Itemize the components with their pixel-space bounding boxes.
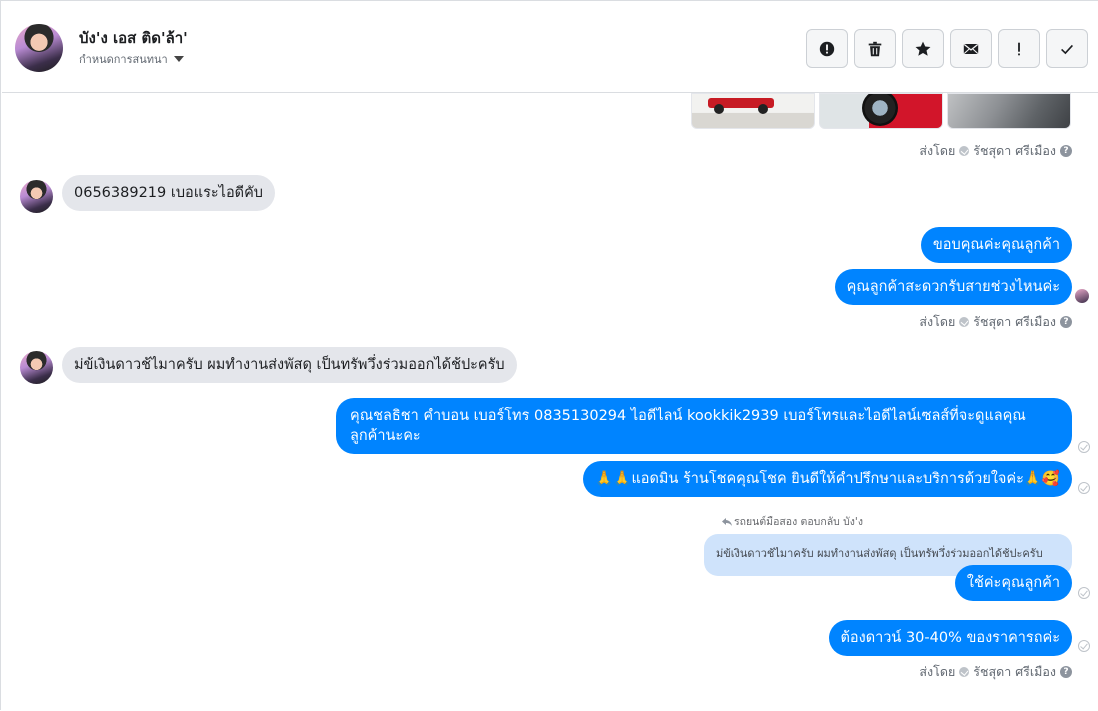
trash-icon — [868, 41, 882, 56]
sent-by-prefix: ส่งโดย — [919, 664, 956, 679]
contact-avatar[interactable] — [20, 351, 53, 384]
car-photo-attachment[interactable] — [819, 93, 943, 129]
assign-conversation-dropdown[interactable]: กำหนดการสนทนา — [79, 50, 184, 68]
sent-by-agent[interactable]: รัชสุดา ศรีเมือง — [973, 662, 1056, 682]
follow-up-button[interactable] — [998, 29, 1040, 68]
star-button[interactable] — [902, 29, 944, 68]
message-thread[interactable]: ส่งโดย รัชสุดา ศรีเมือง ? 0656389219 เบอ… — [2, 93, 1098, 711]
contact-avatar[interactable] — [15, 24, 63, 72]
mark-done-button[interactable] — [1046, 29, 1088, 68]
contact-avatar[interactable] — [20, 180, 53, 213]
message-outgoing[interactable]: ต้องดาวน์ 30-40% ของราคารถค่ะ — [828, 620, 1072, 656]
envelope-icon — [963, 43, 979, 54]
help-icon[interactable]: ? — [1060, 316, 1072, 328]
help-icon[interactable]: ? — [1060, 666, 1072, 678]
conversation-actions — [806, 29, 1088, 68]
delivered-check-icon — [1078, 482, 1090, 494]
alert-circle-icon — [819, 41, 835, 56]
delete-button[interactable] — [854, 29, 896, 68]
car-interior-photo-attachment[interactable] — [947, 93, 1071, 129]
caret-down-icon — [173, 56, 184, 62]
message-incoming[interactable]: ม่ข้เงินดาวช้ไมาครับ ผมทำงานส่งพัสดุ เป็… — [62, 347, 517, 383]
seen-avatar — [1075, 289, 1089, 303]
sent-by-agent[interactable]: รัชสุดา ศรีเมือง — [973, 312, 1056, 332]
verified-icon — [959, 146, 970, 156]
wheel-shape — [862, 94, 898, 126]
wheel-shape — [714, 104, 724, 114]
star-icon — [915, 41, 931, 56]
reply-context-text: รถยนต์มือสอง ตอบกลับ บัง'ง — [734, 516, 863, 528]
message-outgoing[interactable]: 🙏🙏แอดมิน ร้านโชคคุณโชค ยินดีให้คำปรึกษาแ… — [583, 461, 1072, 497]
sent-by-agent[interactable]: รัชสุดา ศรีเมือง — [973, 141, 1056, 161]
message-outgoing[interactable]: คุณลูกค้าสะดวกรับสายช่วงไหนค่ะ — [834, 269, 1072, 305]
delivered-check-icon — [1078, 587, 1090, 599]
conversation-panel: บัง'ง เอส ติด'ล้า' กำหนดการสนทนา ส่งโดย … — [0, 0, 1098, 710]
sent-by-prefix: ส่งโดย — [919, 143, 956, 158]
check-icon — [1061, 44, 1073, 54]
sent-by-label: ส่งโดย รัชสุดา ศรีเมือง ? — [919, 662, 1072, 682]
verified-icon — [959, 317, 970, 327]
sent-by-prefix: ส่งโดย — [919, 314, 956, 329]
conversation-header: บัง'ง เอส ติด'ล้า' กำหนดการสนทนา — [2, 2, 1098, 93]
delivered-check-icon — [1078, 640, 1090, 652]
car-photo-attachment[interactable] — [691, 93, 815, 129]
exclamation-icon — [1018, 42, 1020, 55]
message-outgoing[interactable]: ขอบคุณค่ะคุณลูกค้า — [920, 227, 1072, 263]
reply-icon — [722, 517, 732, 526]
contact-name[interactable]: บัง'ง เอส ติด'ล้า' — [79, 26, 188, 50]
wheel-shape — [758, 104, 768, 114]
message-incoming[interactable]: 0656389219 เบอแระไอดีคับ — [62, 175, 275, 211]
mark-unread-button[interactable] — [950, 29, 992, 68]
help-icon[interactable]: ? — [1060, 145, 1072, 157]
delivered-check-icon — [1078, 441, 1090, 453]
sent-by-label: ส่งโดย รัชสุดา ศรีเมือง ? — [919, 312, 1072, 332]
assign-label: กำหนดการสนทนา — [79, 53, 168, 66]
reply-context: รถยนต์มือสอง ตอบกลับ บัง'ง — [722, 513, 863, 530]
message-outgoing[interactable]: ใช้ค่ะคุณลูกค้า — [954, 565, 1072, 601]
sent-by-label: ส่งโดย รัชสุดา ศรีเมือง ? — [919, 141, 1072, 161]
verified-icon — [959, 667, 970, 677]
mark-spam-button[interactable] — [806, 29, 848, 68]
message-outgoing[interactable]: คุณชลธิชา คำบอน เบอร์โทร 0835130294 ไอดี… — [336, 398, 1072, 454]
